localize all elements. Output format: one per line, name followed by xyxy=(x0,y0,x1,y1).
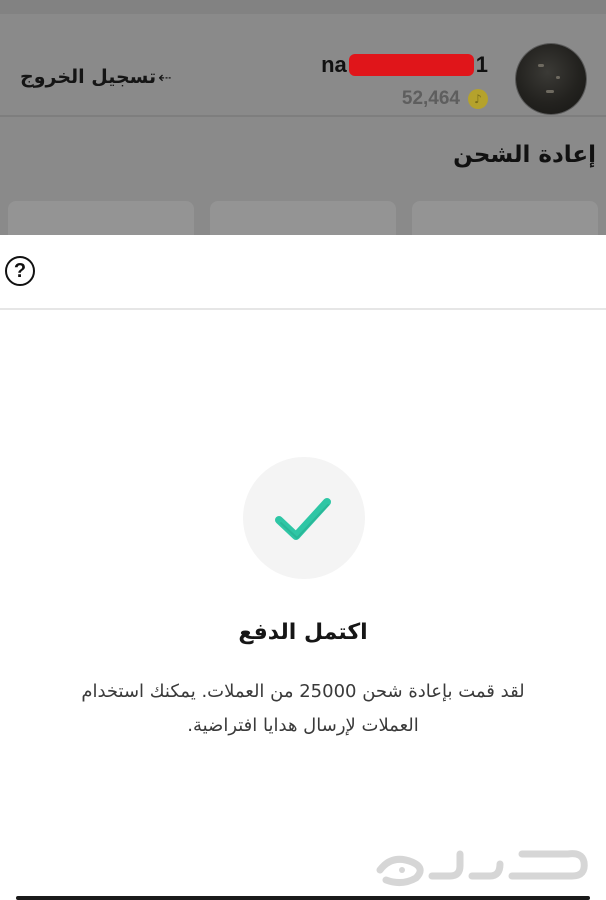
home-indicator xyxy=(16,896,590,900)
coin-package-card[interactable] xyxy=(412,201,598,235)
username: na 1 xyxy=(321,50,488,80)
username-suffix: 1 xyxy=(475,52,488,77)
recharge-title: إعادة الشحن xyxy=(453,142,596,168)
coin-package-card[interactable] xyxy=(8,201,194,235)
sheet-divider xyxy=(0,308,606,310)
avatar[interactable] xyxy=(516,44,586,114)
coin-package-card[interactable] xyxy=(210,201,396,235)
description-line: لقد قمت بإعادة شحن 25000 من العملات. يمك… xyxy=(81,681,525,702)
profile-header: na 1 52,464 ♪ ⇠ تسجيل الخروج xyxy=(0,14,606,114)
help-icon[interactable]: ? xyxy=(5,256,35,286)
tiktok-coin-icon: ♪ xyxy=(468,89,488,109)
status-strip xyxy=(0,0,606,14)
coin-count: 52,464 xyxy=(401,88,460,109)
check-icon xyxy=(275,498,331,540)
haraj-watermark-logo xyxy=(372,840,594,890)
description-line: العملات لإرسال هدايا افتراضية. xyxy=(187,715,419,736)
background-page: na 1 52,464 ♪ ⇠ تسجيل الخروج إعادة الشحن xyxy=(0,0,606,235)
logout-label: تسجيل الخروج xyxy=(20,66,157,88)
success-badge xyxy=(243,457,365,579)
logout-button[interactable]: ⇠ تسجيل الخروج xyxy=(20,66,172,88)
payment-status-title: اكتمل الدفع xyxy=(238,620,368,645)
payment-complete-sheet: ? اكتمل الدفع لقد قمت بإعادة شحن 25000 م… xyxy=(0,235,606,900)
logout-arrow-icon: ⇠ xyxy=(158,67,172,87)
coin-balance: 52,464 ♪ xyxy=(402,88,488,110)
username-redaction xyxy=(348,54,474,76)
username-prefix: na xyxy=(321,52,347,77)
divider xyxy=(0,115,606,117)
payment-status-description: لقد قمت بإعادة شحن 25000 من العملات. يمك… xyxy=(48,675,558,743)
